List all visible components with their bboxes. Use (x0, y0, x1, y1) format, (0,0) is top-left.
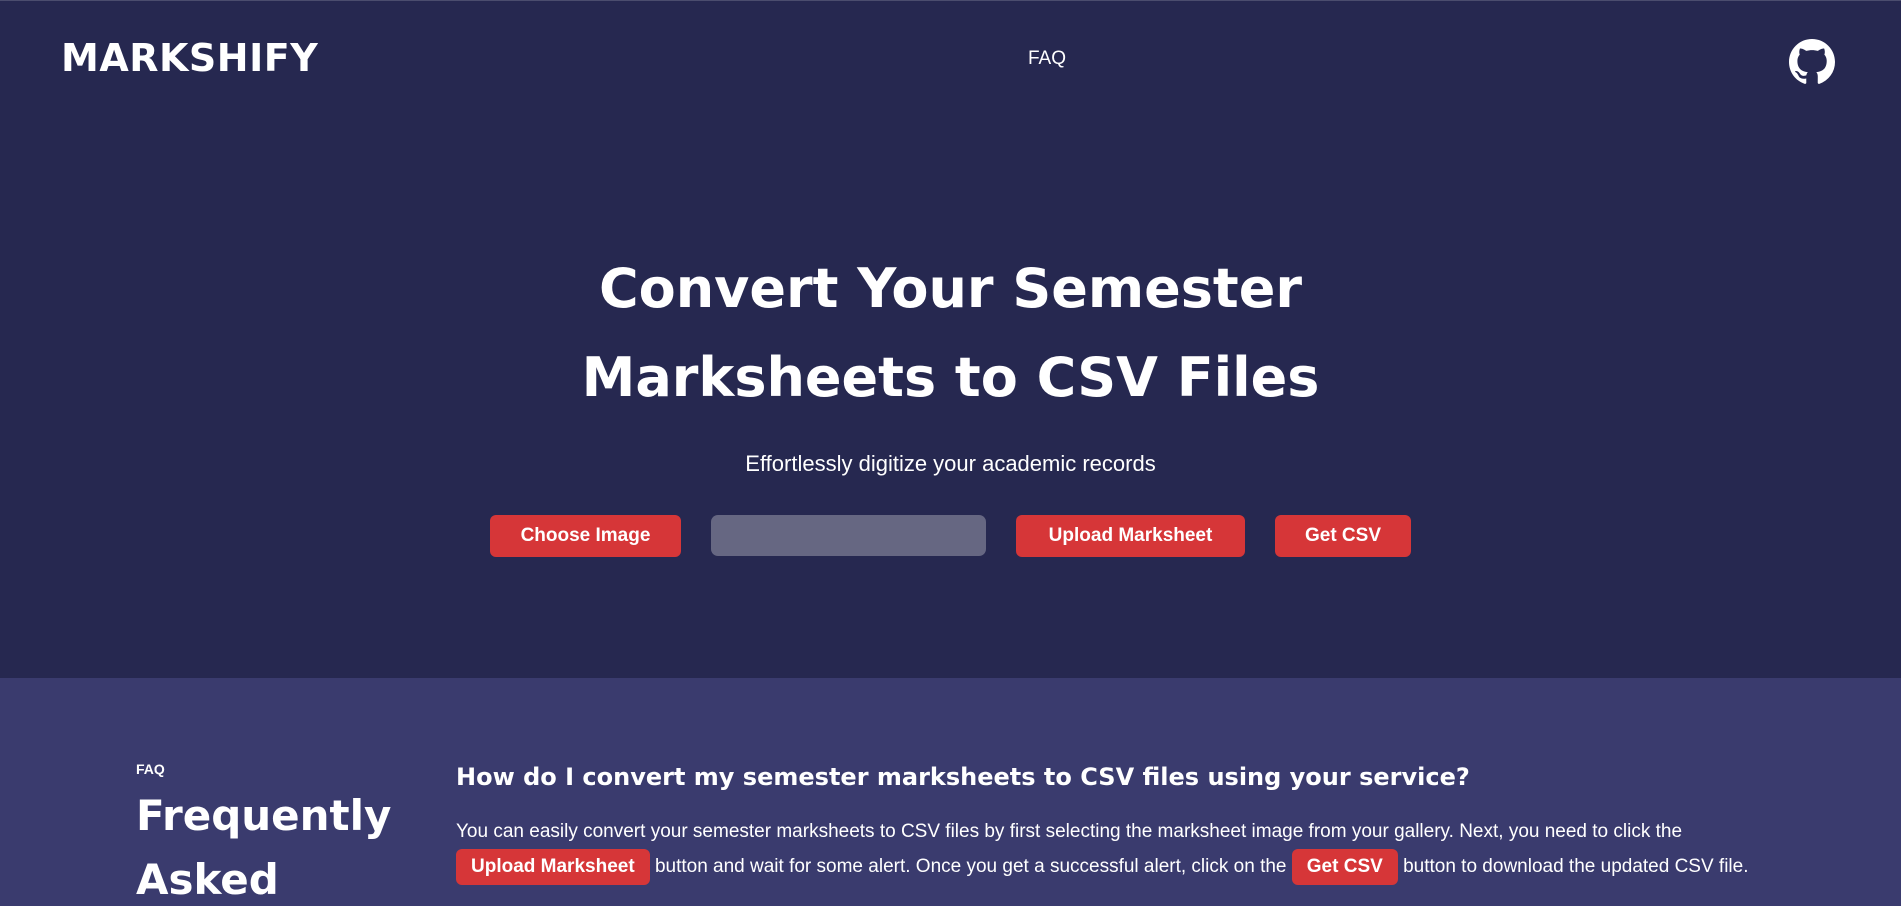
inline-upload-marksheet-button[interactable]: Upload Marksheet (456, 849, 650, 885)
upload-marksheet-button[interactable]: Upload Marksheet (1016, 515, 1245, 557)
faq-answer: You can easily convert your semester mar… (456, 814, 1776, 885)
faq-heading-line1: Frequently (136, 791, 392, 840)
get-csv-button[interactable]: Get CSV (1275, 515, 1411, 557)
faq-question: How do I convert my semester marksheets … (456, 763, 1470, 791)
faq-answer-text-2: button and wait for some alert. Once you… (654, 856, 1287, 878)
nav-link-faq[interactable]: FAQ (1028, 48, 1066, 70)
faq-answer-text-3: button to download the updated CSV file. (1403, 856, 1749, 878)
site-logo[interactable]: MARKSHIFY (61, 36, 318, 80)
faq-section: FAQ Frequently Asked How do I convert my… (0, 678, 1901, 906)
choose-image-button[interactable]: Choose Image (490, 515, 681, 557)
github-icon (1789, 39, 1835, 85)
selected-file-field[interactable] (711, 515, 986, 556)
hero-subtitle: Effortlessly digitize your academic reco… (745, 451, 1156, 476)
hero-title: Convert Your Semester Marksheets to CSV … (0, 244, 1901, 422)
inline-get-csv-button[interactable]: Get CSV (1291, 849, 1398, 885)
hero-title-line2: Marksheets to CSV Files (581, 346, 1320, 409)
site-header: MARKSHIFY FAQ (0, 0, 1901, 120)
faq-heading-line2: Asked (136, 855, 279, 904)
faq-answer-text-1: You can easily convert your semester mar… (456, 821, 1683, 842)
faq-kicker: FAQ (136, 761, 165, 777)
hero-section: Convert Your Semester Marksheets to CSV … (0, 120, 1901, 678)
faq-heading: Frequently Asked (136, 784, 396, 906)
hero-title-line1: Convert Your Semester (599, 257, 1302, 320)
github-link[interactable] (1789, 39, 1835, 85)
